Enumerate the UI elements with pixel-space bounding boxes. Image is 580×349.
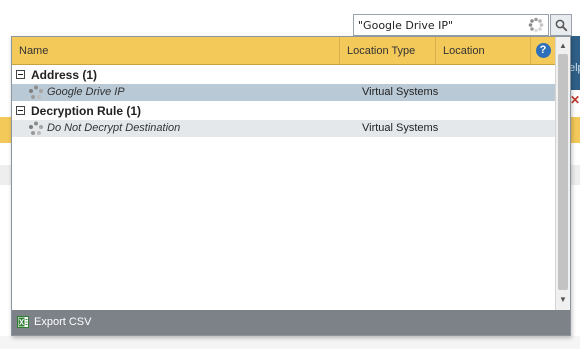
- popup-footer: Export CSV: [12, 310, 570, 335]
- search-field[interactable]: [353, 14, 549, 36]
- search-icon: [555, 19, 567, 31]
- column-header-name[interactable]: Name: [12, 37, 340, 64]
- grid-header: Name Location Type Location ?: [12, 37, 555, 65]
- scroll-up-icon[interactable]: ▲: [556, 39, 570, 52]
- table-row[interactable]: Do Not Decrypt Destination Virtual Syste…: [12, 120, 555, 137]
- row-name[interactable]: Do Not Decrypt Destination: [47, 120, 180, 137]
- export-csv-label: Export CSV: [34, 316, 92, 328]
- table-row[interactable]: Google Drive IP Virtual Systems: [12, 84, 555, 101]
- scroll-thumb[interactable]: [558, 54, 568, 290]
- group-row-address[interactable]: Address (1): [12, 66, 555, 84]
- group-row-decryption-rule[interactable]: Decryption Rule (1): [12, 102, 555, 120]
- search-button[interactable]: [550, 14, 572, 36]
- scroll-down-icon[interactable]: ▼: [556, 293, 570, 306]
- vertical-scrollbar[interactable]: ▲ ▼: [555, 37, 570, 310]
- group-label: Address (1): [31, 68, 98, 82]
- export-csv-button[interactable]: Export CSV: [17, 314, 91, 330]
- column-header-location-type[interactable]: Location Type: [340, 37, 436, 64]
- column-header-location[interactable]: Location: [436, 37, 531, 64]
- help-button[interactable]: ?: [531, 37, 555, 64]
- search-input[interactable]: [358, 17, 518, 33]
- rule-icon: [29, 121, 43, 135]
- row-location-type: Virtual Systems: [362, 86, 439, 98]
- row-name[interactable]: Google Drive IP: [47, 84, 125, 101]
- excel-icon: [17, 316, 29, 328]
- loading-spinner-icon: [528, 17, 544, 33]
- collapse-icon[interactable]: [16, 70, 25, 79]
- help-icon: ?: [535, 43, 551, 58]
- background-bottom: [0, 336, 580, 349]
- address-object-icon: [29, 85, 43, 99]
- background-close-icon[interactable]: ✕: [570, 94, 580, 106]
- group-label: Decryption Rule (1): [31, 104, 142, 118]
- row-location-type: Virtual Systems: [362, 122, 439, 134]
- search-results-popup: Name Location Type Location ? Address (1…: [11, 36, 571, 336]
- collapse-icon[interactable]: [16, 106, 25, 115]
